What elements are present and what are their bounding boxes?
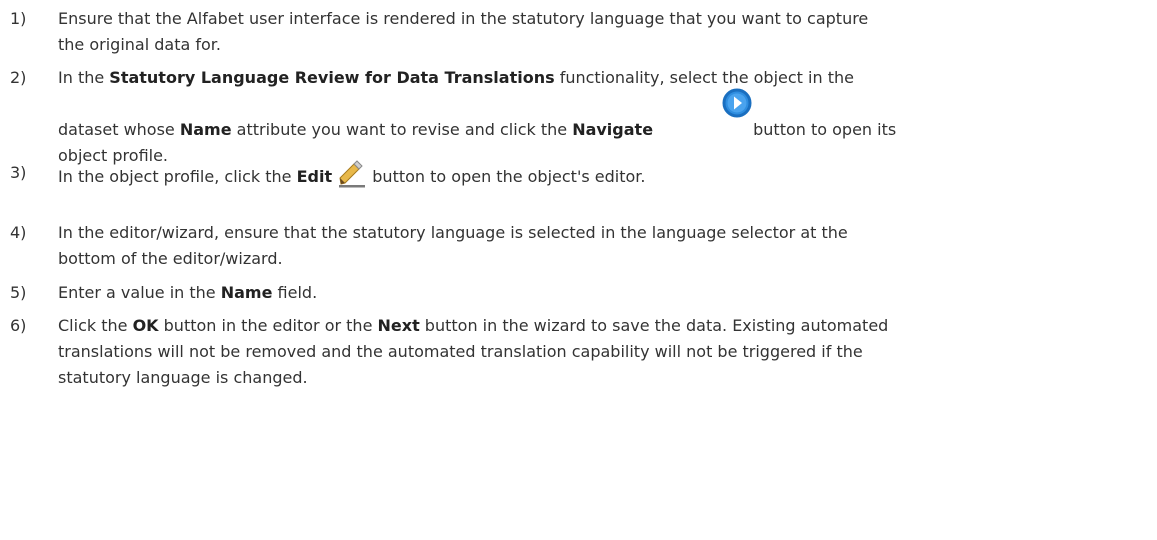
- button-name: OK: [132, 316, 159, 335]
- step-text: Enter a value in the Name field.: [58, 280, 1143, 306]
- step-line: statutory language is changed.: [58, 368, 308, 387]
- step-line: translations will not be removed and the…: [58, 342, 863, 361]
- text-run: button to open the object's editor.: [367, 167, 646, 186]
- step-text: In the Statutory Language Review for Dat…: [58, 65, 1143, 169]
- field-name: Name: [220, 283, 273, 302]
- step-line: In the editor/wizard, ensure that the st…: [58, 223, 848, 242]
- button-name: Edit: [296, 167, 333, 186]
- step-number: 4): [10, 223, 27, 242]
- step-number: 1): [10, 9, 27, 28]
- text-run: Click the: [58, 316, 133, 335]
- step-text: Ensure that the Alfabet user interface i…: [58, 6, 1143, 58]
- step-text: In the editor/wizard, ensure that the st…: [58, 220, 1143, 272]
- step-text: Click the OK button in the editor or the…: [58, 313, 1143, 391]
- attribute-name: Name: [179, 120, 232, 139]
- navigate-arrow-icon: [722, 88, 752, 118]
- functionality-name: Statutory Language Review for Data Trans…: [109, 68, 555, 87]
- text-run: functionality, select the object in the: [554, 68, 854, 87]
- step-line: Click the OK button in the editor or the…: [58, 313, 1143, 339]
- text-run: button to open its: [748, 120, 897, 139]
- step-number: 5): [10, 283, 27, 302]
- text-run: dataset whose: [58, 120, 180, 139]
- button-name: Navigate: [572, 120, 654, 139]
- step-number: 2): [10, 68, 27, 87]
- text-run: button in the editor or the: [158, 316, 378, 335]
- text-run: Enter a value in the: [58, 283, 221, 302]
- text-run: In the object profile, click the: [58, 167, 297, 186]
- step-number: 3): [10, 163, 27, 182]
- step-line: bottom of the editor/wizard.: [58, 249, 283, 268]
- step-number: 6): [10, 316, 27, 335]
- step-line: Enter a value in the Name field.: [58, 280, 1143, 306]
- text-run: attribute you want to revise and click t…: [231, 120, 573, 139]
- step-line: In the object profile, click the Edit bu…: [58, 160, 1143, 190]
- step-line: dataset whose Name attribute you want to…: [58, 117, 1143, 143]
- step-line: In the Statutory Language Review for Dat…: [58, 65, 1143, 91]
- instruction-steps: 1) Ensure that the Alfabet user interfac…: [0, 0, 1157, 540]
- step-text: In the object profile, click the Edit bu…: [58, 160, 1143, 190]
- step-line: the original data for.: [58, 35, 221, 54]
- text-run: field.: [272, 283, 318, 302]
- step-line: Ensure that the Alfabet user interface i…: [58, 9, 869, 28]
- pencil-edit-icon: [339, 160, 366, 188]
- text-run: button in the wizard to save the data. E…: [419, 316, 889, 335]
- text-run: In the: [58, 68, 110, 87]
- button-name: Next: [377, 316, 420, 335]
